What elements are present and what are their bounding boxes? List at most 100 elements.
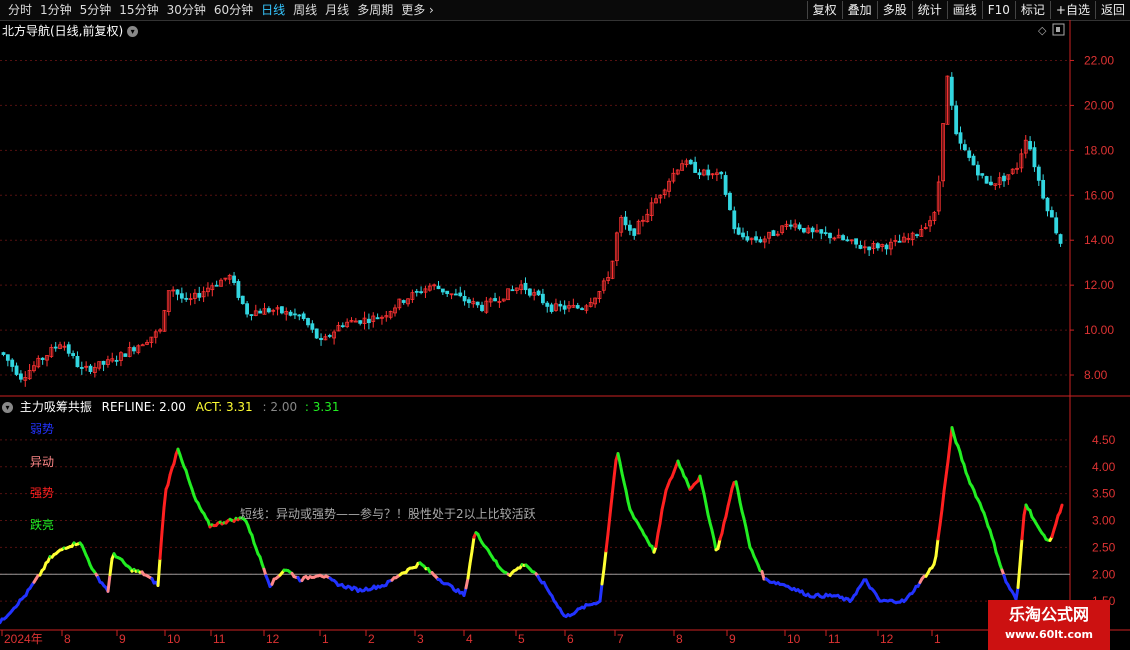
candle-body: [40, 357, 45, 360]
candle-body: [897, 240, 902, 243]
candle-body: [854, 238, 858, 245]
indicator-segment: [938, 507, 944, 527]
main-tick-label: 12.00: [1084, 278, 1114, 292]
candle-body: [823, 232, 828, 235]
x-tick-label: 6: [567, 632, 574, 646]
indicator-segment: [736, 489, 742, 504]
indicator-segment: [1058, 503, 1064, 514]
x-tick-label: 8: [676, 632, 683, 646]
candle-body: [18, 373, 23, 380]
main-tick-label: 14.00: [1084, 233, 1114, 247]
candle-body: [549, 304, 554, 312]
candle-body: [458, 292, 463, 297]
candle-body: [884, 244, 889, 250]
candle-body: [75, 355, 80, 368]
main-tick-label: 22.00: [1084, 53, 1114, 67]
candle-body: [954, 105, 959, 135]
candle-body: [754, 236, 758, 241]
candle-body: [71, 353, 75, 357]
candle-body: [179, 293, 184, 299]
candle-body: [984, 176, 989, 184]
indicator-segment: [606, 513, 612, 536]
candle-body: [758, 239, 763, 243]
candle-body: [419, 291, 424, 294]
candle-body: [14, 365, 19, 375]
candle-body: [314, 328, 319, 339]
candle-body: [440, 288, 445, 293]
x-tick-label: 1: [934, 632, 941, 646]
candle-body: [562, 305, 567, 310]
indicator-segment: [1016, 562, 1022, 589]
indicator-segment: [468, 549, 474, 566]
indicator-segment: [702, 492, 708, 506]
indicator-segment: [156, 556, 162, 587]
candle-body: [745, 236, 750, 241]
candle-body: [741, 232, 745, 238]
x-tick-label: 2024年: [4, 632, 43, 646]
candle-body: [184, 297, 189, 300]
x-tick-label: 3: [417, 632, 424, 646]
candle-body: [327, 335, 332, 337]
main-tick-label: 16.00: [1084, 188, 1114, 202]
indicator-segment: [1020, 513, 1026, 541]
candle-body: [810, 227, 815, 233]
x-tick-label: 11: [213, 632, 226, 646]
candle-body: [467, 299, 471, 304]
x-tick-label: 5: [518, 632, 525, 646]
candle-body: [688, 159, 693, 165]
main-tick-label: 8.00: [1084, 368, 1108, 382]
indicator-segment: [654, 532, 660, 549]
x-tick-label: 11: [828, 632, 841, 646]
x-tick-label: 4: [466, 632, 473, 646]
ind-tick-label: 2.50: [1092, 540, 1116, 554]
candle-body: [1041, 179, 1046, 199]
candle-body: [5, 354, 10, 361]
candle-body: [949, 76, 954, 106]
candle-body: [771, 230, 776, 236]
candle-body: [453, 293, 458, 296]
candle-body: [306, 318, 310, 326]
indicator-segment: [600, 567, 606, 586]
candle-body: [10, 359, 15, 367]
candle-body: [249, 314, 254, 316]
candle-body: [967, 150, 972, 158]
indicator-segment: [608, 495, 614, 517]
x-tick-label: 10: [167, 632, 181, 646]
legend-item-3: 跌亮: [30, 518, 55, 532]
candle-body: [819, 229, 824, 234]
candle-body: [788, 224, 793, 227]
legend-item-1: 异动: [30, 455, 55, 469]
candle-body: [958, 132, 963, 144]
ind-tick-label: 3.50: [1092, 487, 1116, 501]
indicator-segment: [1014, 585, 1020, 601]
candle-body: [140, 344, 145, 347]
candle-body: [1036, 166, 1041, 181]
candle-body: [1028, 141, 1032, 150]
candle-body: [1, 352, 6, 355]
candle-body: [197, 293, 202, 298]
candle-body: [462, 295, 467, 302]
candle-body: [580, 308, 584, 310]
candle-body: [558, 303, 563, 307]
candle-body: [358, 320, 363, 324]
candle-body: [510, 289, 515, 292]
candle-body: [1058, 234, 1063, 244]
candle-body: [858, 244, 863, 249]
candle-body: [66, 344, 71, 354]
candle-body: [628, 224, 632, 231]
indicator-segment: [106, 573, 112, 593]
legend-item-0: 弱势: [30, 422, 55, 436]
candle-body: [1049, 210, 1054, 218]
ind-tick-label: 4.00: [1092, 460, 1116, 474]
candle-body: [980, 173, 985, 176]
x-tick-label: 8: [64, 632, 71, 646]
ind-tick-label: 4.50: [1092, 433, 1116, 447]
indicator-segment: [108, 557, 114, 577]
candle-body: [971, 155, 976, 166]
x-tick-label: 7: [617, 632, 624, 646]
candle-body: [445, 290, 450, 295]
candle-body: [301, 313, 306, 320]
indicator-segment: [604, 532, 610, 553]
chart-canvas[interactable]: 22.0020.0018.0016.0014.0012.0010.008.004…: [0, 0, 1130, 650]
candle-body: [310, 323, 315, 330]
